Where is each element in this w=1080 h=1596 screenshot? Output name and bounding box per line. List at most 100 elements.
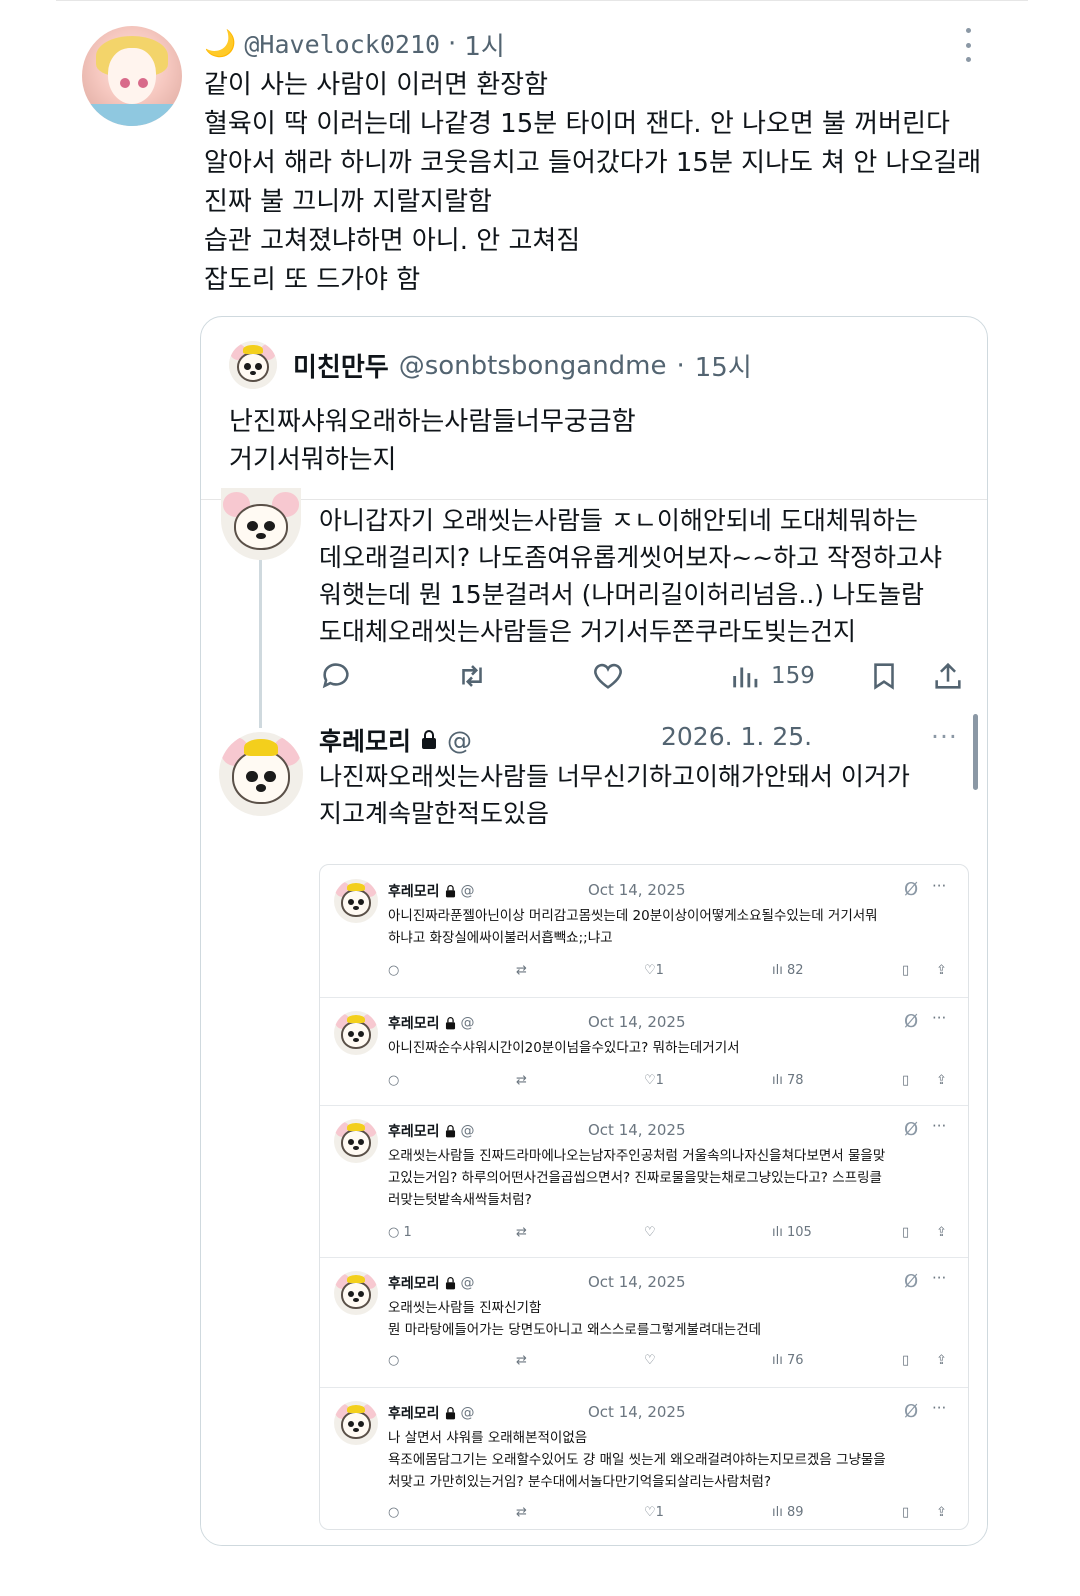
- slash-circle-icon: Ø: [904, 1401, 919, 1422]
- reply2-date: 2026. 1. 25.: [661, 722, 813, 751]
- reply-line: 도대체오래씻는사람들은 거기서두쫀쿠라도빚는건지: [319, 617, 856, 646]
- retweet-icon: ⇄: [516, 1225, 527, 1240]
- embedded-text: 오래씻는사람들 진짜신기함뭔 마라탕에들어가는 당면도아니고 왜스스로를그렇게불…: [388, 1297, 958, 1341]
- quoted-tweet-card[interactable]: 미친만두 @sonbtsbongandme · 15시 난진짜샤워오래하는사람들…: [200, 316, 988, 1546]
- avatar[interactable]: [82, 26, 182, 126]
- reply-icon: ○: [388, 1353, 400, 1368]
- heart-icon: ♡: [644, 1225, 656, 1240]
- attached-screenshot[interactable]: 아니갑자기 오래씻는사람들 ㅈㄴ이해안되네 도대체뭐하는 데오래걸리지? 나도좀…: [201, 488, 987, 1545]
- embedded-tweet-line: 아니진짜라푼젤아닌이상 머리감고몸씻는데 20분이상이어떻게소요될수있는데 거기…: [388, 908, 878, 924]
- tweet-line: 같이 사는 사람이 이러면 환장함: [204, 70, 549, 100]
- thread-line: [259, 560, 262, 728]
- embedded-like-count: 1: [655, 963, 664, 978]
- embedded-tweet: 후레모리 @ Oct 14, 2025 Ø ··· 오래씻는사람들 진짜신기함 뭔 마라탕에…: [320, 1257, 968, 1388]
- slash-circle-icon: Ø: [904, 1011, 919, 1032]
- embedded-tweet-line: 처맞고 가만히있는거임? 분수대에서놀다만기억을되살리는사람처럼?: [388, 1474, 772, 1490]
- reply-icon: ○: [388, 1073, 400, 1088]
- embedded-tweet-line: 고있는거임? 하루의어떤사건을곱씹으면서? 진짜로물을맞는채로그냥있는다고? 스…: [388, 1170, 882, 1186]
- embedded-at: @: [460, 1015, 475, 1031]
- embedded-like-count: 1: [655, 1505, 664, 1520]
- embedded-name: 후레모리: [388, 1124, 440, 1140]
- quoted-handle: @sonbtsbongandme: [398, 350, 667, 381]
- views-counter: ılı 76: [772, 1353, 804, 1368]
- views-counter: ılı 89: [772, 1505, 804, 1520]
- views-counter: ılı 82: [772, 963, 804, 978]
- separator: ·: [448, 29, 457, 59]
- heart-icon: ♡: [644, 1353, 656, 1368]
- embedded-text: 아니진짜라푼젤아닌이상 머리감고몸씻는데 20분이상이어떻게소요될수있는데 거기…: [388, 905, 958, 949]
- embedded-name: 후레모리: [388, 1406, 440, 1422]
- embedded-view-count: 78: [786, 1073, 804, 1088]
- embedded-at: @: [460, 1123, 475, 1139]
- more-icon: ···: [932, 1009, 947, 1027]
- share-icon: ⇪: [936, 1353, 947, 1368]
- tweet-time[interactable]: 1시: [464, 26, 504, 63]
- heart-icon[interactable]: [591, 656, 625, 696]
- embedded-tweet-line: 아니진짜순수샤워시간이20분이넘을수있다고? 뭐하는데거기서: [388, 1040, 740, 1056]
- embedded-avatar: [334, 1271, 378, 1315]
- share-icon: ⇪: [936, 1505, 947, 1520]
- bookmark-icon: ▯: [902, 1505, 910, 1520]
- lock-icon: [445, 1016, 455, 1029]
- embedded-tweet-line: 오래씻는사람들 진짜신기함: [388, 1300, 542, 1316]
- scrollbar[interactable]: [973, 714, 978, 790]
- reply1-actions: 159: [319, 656, 967, 696]
- embedded-tweet: 후레모리 @ Oct 14, 2025 Ø ··· 아니진짜라푼젤아닌이상 머리감고몸씻는…: [320, 865, 968, 998]
- embedded-tweet-line: 러맞는텃밭속새싹들처럼?: [388, 1192, 532, 1208]
- embedded-tweet-line: 뭔 마라탕에들어가는 당면도아니고 왜스스로를그렇게불려대는건데: [388, 1322, 762, 1338]
- tweet-line: 혈육이 딱 이러는데 나같경 15분 타이머 잰다. 안 나오면 불 꺼버린다: [204, 109, 950, 139]
- reply-icon: ○ 1: [388, 1225, 412, 1240]
- bookmark-icon: ▯: [902, 963, 910, 978]
- reply-line: 데오래걸리지? 나도좀여유롭게씻어보자~~하고 작정하고샤: [319, 543, 943, 572]
- reply1-text: 아니갑자기 오래씻는사람들 ㅈㄴ이해안되네 도대체뭐하는 데오래걸리지? 나도좀…: [319, 502, 942, 650]
- share-icon: ⇪: [936, 963, 947, 978]
- embedded-date: Oct 14, 2025: [588, 881, 686, 899]
- more-options-icon[interactable]: [958, 28, 978, 62]
- quoted-line: 난진짜샤워오래하는사람들너무궁금함: [229, 407, 636, 437]
- embedded-tweet-line: 욕조에몸담그기는 오래할수있어도 걍 매일 씻는게 왜오래걸려야하는지모르겠음 …: [388, 1452, 886, 1468]
- more-icon[interactable]: ···: [931, 722, 958, 751]
- more-icon: ···: [932, 1117, 947, 1135]
- retweet-icon: ⇄: [516, 1353, 527, 1368]
- embedded-view-count: 105: [786, 1225, 812, 1240]
- reply2-avatar: [219, 732, 303, 816]
- reply2-at: @: [447, 725, 473, 755]
- reply2-header: 후레모리 @: [319, 722, 472, 758]
- bookmark-icon: ▯: [902, 1225, 910, 1240]
- lock-icon: [422, 730, 437, 749]
- reply-line: 아니갑자기 오래씻는사람들 ㅈㄴ이해안되네 도대체뭐하는: [319, 506, 918, 535]
- tweet-header: 🌙 @Havelock0210 · 1시: [204, 26, 505, 63]
- top-divider: [56, 0, 1028, 1]
- embedded-date: Oct 14, 2025: [588, 1013, 686, 1031]
- reply-line: 지고계속말한적도있음: [319, 799, 550, 828]
- slash-circle-icon: Ø: [904, 879, 919, 900]
- reply-icon[interactable]: [319, 656, 353, 696]
- reply-line: 나진짜오래씻는사람들 너무신기하고이해가안돼서 이거가: [319, 762, 910, 791]
- embedded-name: 후레모리: [388, 1016, 440, 1032]
- embedded-tweet: 후레모리 @ Oct 14, 2025 Ø ··· 오래씻는사람들 진짜드라마에나오는남자…: [320, 1105, 968, 1258]
- views-counter[interactable]: 159: [729, 656, 815, 696]
- views-count: 159: [771, 663, 815, 689]
- share-icon[interactable]: [931, 656, 965, 696]
- lock-icon: [445, 1406, 455, 1419]
- quoted-line: 거기서뭐하는지: [229, 445, 397, 475]
- embedded-tweets-image: 후레모리 @ Oct 14, 2025 Ø ··· 아니진짜라푼젤아닌이상 머리감고몸씻는…: [319, 864, 969, 1530]
- quoted-text: 난진짜샤워오래하는사람들너무궁금함 거기서뭐하는지: [229, 403, 636, 479]
- embedded-date: Oct 14, 2025: [588, 1403, 686, 1421]
- reply-icon: ○: [388, 1505, 400, 1520]
- slash-circle-icon: Ø: [904, 1271, 919, 1292]
- retweet-icon: ⇄: [516, 1073, 527, 1088]
- user-handle[interactable]: @Havelock0210: [244, 30, 440, 59]
- embedded-view-count: 76: [786, 1353, 804, 1368]
- bookmark-icon[interactable]: [867, 656, 901, 696]
- reply-icon: ○: [388, 963, 400, 978]
- quoted-name: 미친만두: [293, 353, 389, 383]
- embedded-avatar: [334, 1119, 378, 1163]
- moon-icon: 🌙: [204, 29, 237, 59]
- quoted-time: 15시: [694, 353, 752, 383]
- embedded-name: 후레모리: [388, 1276, 440, 1292]
- tweet-text: 같이 사는 사람이 이러면 환장함 혈육이 딱 이러는데 나같경 15분 타이머…: [204, 66, 1044, 300]
- quoted-header: 미친만두 @sonbtsbongandme · 15시: [293, 347, 752, 384]
- retweet-icon[interactable]: [455, 656, 489, 696]
- embedded-date: Oct 14, 2025: [588, 1121, 686, 1139]
